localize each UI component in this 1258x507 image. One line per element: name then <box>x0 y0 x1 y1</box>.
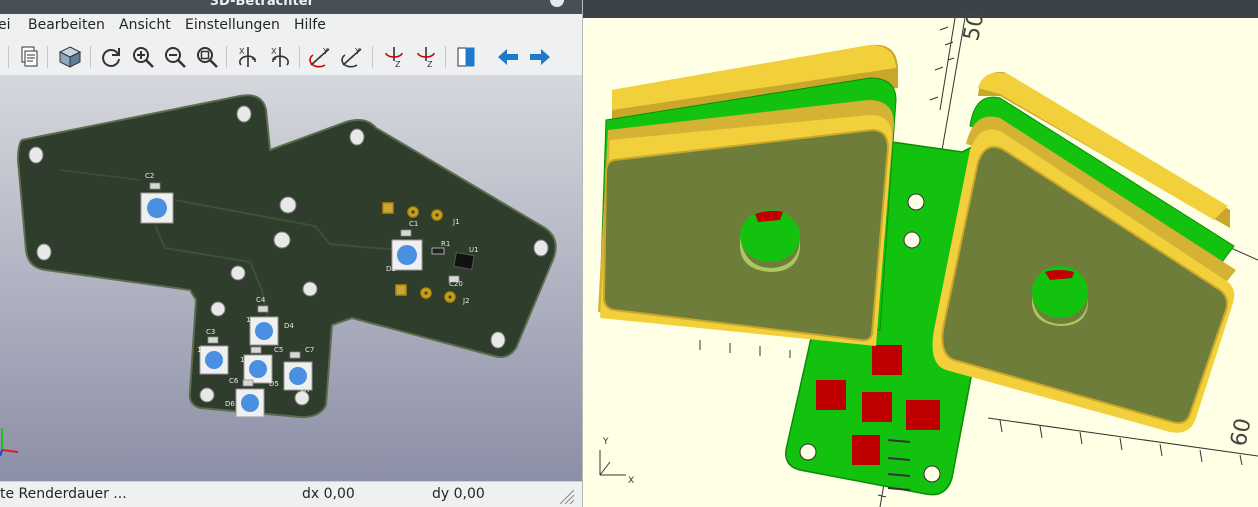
svg-text:X: X <box>239 47 245 56</box>
status-bar: te Renderdauer ... dx 0,00 dy 0,00 <box>0 481 582 507</box>
right-case-stack <box>932 71 1236 433</box>
scale-label-60: 60 <box>1226 416 1256 449</box>
pin-marker: 1 <box>240 356 244 364</box>
menu-file[interactable]: ei <box>0 17 11 33</box>
designator-d5: D5 <box>269 380 279 388</box>
close-icon[interactable] <box>550 0 564 7</box>
designator-c1: C1 <box>409 220 418 228</box>
axis-gizmo <box>0 428 19 457</box>
flip-board-icon[interactable] <box>452 43 480 71</box>
designator-c3: C3 <box>206 328 215 336</box>
3d-viewport[interactable]: C2 C1 D1 R1 U1 J1 J2 C20 C4 D4 C3 C5 C7 … <box>0 75 582 481</box>
left-case-stack <box>598 44 898 346</box>
designator-r1: R1 <box>441 240 450 248</box>
status-dx: dx 0,00 <box>302 486 355 502</box>
toolbar-separator <box>372 46 373 68</box>
svg-text:X: X <box>271 47 277 56</box>
axis-indicator: Y X <box>599 437 634 486</box>
resize-grip-icon[interactable] <box>556 486 576 506</box>
menu-edit[interactable]: Bearbeiten <box>28 17 105 33</box>
axis-x-label: X <box>628 476 634 486</box>
zoom-in-icon[interactable] <box>129 43 157 71</box>
toolbar-separator <box>90 46 91 68</box>
title-bar[interactable]: 3D-Betrachter <box>0 0 582 14</box>
toolbar-separator <box>47 46 48 68</box>
led-d5 <box>243 354 273 384</box>
rotate-z-reverse-icon[interactable]: Z <box>412 43 440 71</box>
pin-marker: 1 <box>246 316 250 324</box>
designator-c20: C20 <box>449 280 463 288</box>
designator-c6: C6 <box>229 377 239 385</box>
designator-d6: D6 <box>225 400 235 408</box>
rotate-x-icon[interactable]: X <box>234 43 262 71</box>
rotate-x-reverse-icon[interactable]: X <box>266 43 294 71</box>
board-3d-icon[interactable] <box>56 43 84 71</box>
chip-u1 <box>453 251 475 271</box>
status-dy: dy 0,00 <box>432 486 485 502</box>
reload-icon[interactable] <box>97 43 125 71</box>
designator-c4: C4 <box>256 296 266 304</box>
toolbar-separator <box>299 46 300 68</box>
rotate-z-icon[interactable]: Z <box>380 43 408 71</box>
resistor-r1 <box>431 247 445 255</box>
arrow-right-icon[interactable] <box>526 43 554 71</box>
designator-d7: D7 <box>301 386 311 394</box>
pin-marker: 1 <box>197 346 201 354</box>
toolbar-separator <box>445 46 446 68</box>
cad-preview-window: 60 50 Y X <box>583 0 1258 507</box>
axis-y-label: Y <box>602 437 609 447</box>
status-message: te Renderdauer ... <box>0 486 127 502</box>
led-d3 <box>199 345 229 375</box>
designator-d1: D1 <box>386 265 396 273</box>
led-d1 <box>391 239 423 271</box>
designator-j2: J2 <box>462 297 470 305</box>
rotate-y-icon[interactable]: Y <box>307 43 335 71</box>
window-title: 3D-Betrachter <box>210 0 314 9</box>
led-d6 <box>235 388 265 418</box>
svg-text:Z: Z <box>395 60 401 69</box>
viewer-window: 3D-Betrachter ei Bearbeiten Ansicht Eins… <box>0 0 583 507</box>
designator-j1: J1 <box>452 218 460 226</box>
zoom-fit-icon[interactable] <box>193 43 221 71</box>
designator-c7: C7 <box>305 346 314 354</box>
scale-label-50: 50 <box>959 11 989 44</box>
rotate-y-reverse-icon[interactable]: Y <box>339 43 367 71</box>
menu-bar: ei Bearbeiten Ansicht Einstellungen Hilf… <box>0 14 582 38</box>
designator-u1: U1 <box>469 246 479 254</box>
designator-c5: C5 <box>274 346 283 354</box>
copy-icon[interactable] <box>15 43 43 71</box>
menu-view[interactable]: Ansicht <box>119 17 171 33</box>
arrow-left-icon[interactable] <box>494 43 522 71</box>
zoom-out-icon[interactable] <box>161 43 189 71</box>
menu-settings[interactable]: Einstellungen <box>185 17 280 33</box>
svg-text:Z: Z <box>427 60 433 69</box>
led-d4 <box>249 316 279 346</box>
designator-c2: C2 <box>145 172 154 180</box>
designator-d4: D4 <box>284 322 294 330</box>
pcb-render: C2 C1 D1 R1 U1 J1 J2 C20 C4 D4 C3 C5 C7 … <box>0 94 557 457</box>
led-d2 <box>140 192 174 224</box>
cad-viewport[interactable]: 60 50 Y X <box>583 0 1258 507</box>
toolbar-separator <box>226 46 227 68</box>
toolbar: X X Y Y Z Z <box>0 39 582 76</box>
toolbar-separator <box>8 46 9 68</box>
menu-help[interactable]: Hilfe <box>294 17 326 33</box>
